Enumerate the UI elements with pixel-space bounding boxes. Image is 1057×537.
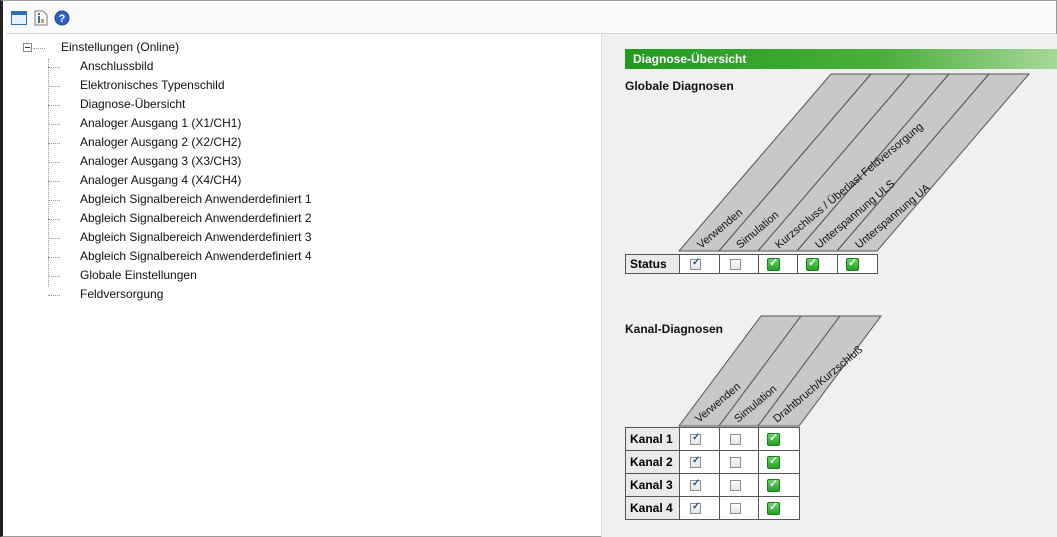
- checkbox-checked[interactable]: [690, 455, 701, 468]
- tree-item-label: Abgleich Signalbereich Anwenderdefiniert…: [80, 230, 312, 244]
- tree-item-label: Feldversorgung: [80, 287, 164, 301]
- kanal-3-simulation[interactable]: [719, 473, 759, 497]
- tree-connector: [48, 295, 60, 296]
- tree-item-label: Anschlussbild: [80, 59, 154, 73]
- ok-status-icon: [806, 256, 819, 271]
- kanal-1-drahtbruch: [758, 427, 800, 451]
- toolbar: ?: [6, 3, 1056, 34]
- status-cell-ua: [837, 254, 878, 274]
- checkbox-unchecked[interactable]: [730, 434, 741, 445]
- tree-item-label: Analoger Ausgang 1 (X1/CH1): [80, 116, 242, 130]
- tree-connector: [48, 181, 60, 182]
- kanal-3-verwenden[interactable]: [679, 473, 720, 497]
- tree-item-label: Analoger Ausgang 2 (X2/CH2): [80, 135, 242, 149]
- global-header-svg: Verwenden Simulation Kurzschluss / Überl…: [677, 73, 1031, 252]
- info-icon[interactable]: [33, 10, 49, 26]
- ok-status-icon: [846, 256, 859, 271]
- kanal-2-verwenden[interactable]: [679, 450, 720, 474]
- checkbox-unchecked[interactable]: [730, 457, 741, 468]
- tree-item-label: Abgleich Signalbereich Anwenderdefiniert…: [80, 211, 312, 225]
- tree-item-label: Elektronisches Typenschild: [80, 78, 225, 92]
- kanal-3-drahtbruch: [758, 473, 800, 497]
- checkbox-unchecked[interactable]: [730, 259, 741, 270]
- tree-connector: [48, 162, 60, 163]
- tree-connector: [48, 124, 60, 125]
- kanal-4-drahtbruch: [758, 496, 800, 520]
- checkbox-unchecked[interactable]: [730, 503, 741, 514]
- tree-item-label: Analoger Ausgang 4 (X4/CH4): [80, 173, 242, 187]
- kanal-1-verwenden[interactable]: [679, 427, 720, 451]
- ok-status-icon: [767, 431, 780, 446]
- tree-connector: [33, 48, 45, 49]
- tree-connector: [48, 219, 60, 220]
- kanal-row-label: Kanal 2: [625, 450, 680, 474]
- channel-header-svg: Verwenden Simulation Drahtbruch/Kurzschl…: [678, 315, 882, 427]
- settings-tree: Einstellungen (Online) Anschlussbild Ele…: [6, 37, 600, 535]
- kanal-2-drahtbruch: [758, 450, 800, 474]
- kanal-2-simulation[interactable]: [719, 450, 759, 474]
- checkbox-unchecked[interactable]: [730, 480, 741, 491]
- ok-status-icon: [767, 256, 780, 271]
- checkbox-checked[interactable]: [690, 257, 701, 270]
- svg-text:?: ?: [59, 13, 66, 25]
- checkbox-checked[interactable]: [690, 432, 701, 445]
- tree-guide-line: [48, 59, 49, 287]
- diagnose-panel: Diagnose-Übersicht Globale Diagnosen Ver…: [615, 34, 1057, 537]
- tree-item-label: Abgleich Signalbereich Anwenderdefiniert…: [80, 192, 312, 206]
- tree-item-label: Globale Einstellungen: [80, 268, 197, 282]
- kanal-1-simulation[interactable]: [719, 427, 759, 451]
- app-window: ? Einstellungen (Online) Anschlussbild E…: [0, 0, 1057, 537]
- window-icon[interactable]: [11, 10, 27, 26]
- ok-status-icon: [767, 477, 780, 492]
- tree-connector: [48, 86, 60, 87]
- kanal-4-simulation[interactable]: [719, 496, 759, 520]
- tree-connector: [48, 105, 60, 106]
- tree-connector: [48, 200, 60, 201]
- status-cell-uls: [797, 254, 838, 274]
- tree-connector: [48, 257, 60, 258]
- help-icon[interactable]: ?: [54, 10, 70, 26]
- kanal-row-label: Kanal 3: [625, 473, 680, 497]
- checkbox-checked[interactable]: [690, 478, 701, 491]
- ok-status-icon: [767, 500, 780, 515]
- kanal-4-verwenden[interactable]: [679, 496, 720, 520]
- status-cell-simulation[interactable]: [719, 254, 759, 274]
- tree-item-label: Diagnose-Übersicht: [80, 97, 186, 111]
- ok-status-icon: [767, 454, 780, 469]
- tree-item-label: Analoger Ausgang 3 (X3/CH3): [80, 154, 242, 168]
- checkbox-checked[interactable]: [690, 501, 701, 514]
- kanal-row-label: Kanal 4: [625, 496, 680, 520]
- status-row-label: Status: [625, 254, 680, 274]
- collapse-icon[interactable]: [23, 43, 32, 52]
- tree-connector: [48, 238, 60, 239]
- status-cell-kurzschluss: [758, 254, 798, 274]
- status-cell-verwenden[interactable]: [679, 254, 720, 274]
- pane-splitter[interactable]: [601, 34, 615, 537]
- tree-connector: [48, 143, 60, 144]
- tree-connector: [48, 67, 60, 68]
- tree-root-label[interactable]: Einstellungen (Online): [61, 40, 179, 54]
- tree-connector: [48, 276, 60, 277]
- kanal-row-label: Kanal 1: [625, 427, 680, 451]
- tree-item-label: Abgleich Signalbereich Anwenderdefiniert…: [80, 249, 312, 263]
